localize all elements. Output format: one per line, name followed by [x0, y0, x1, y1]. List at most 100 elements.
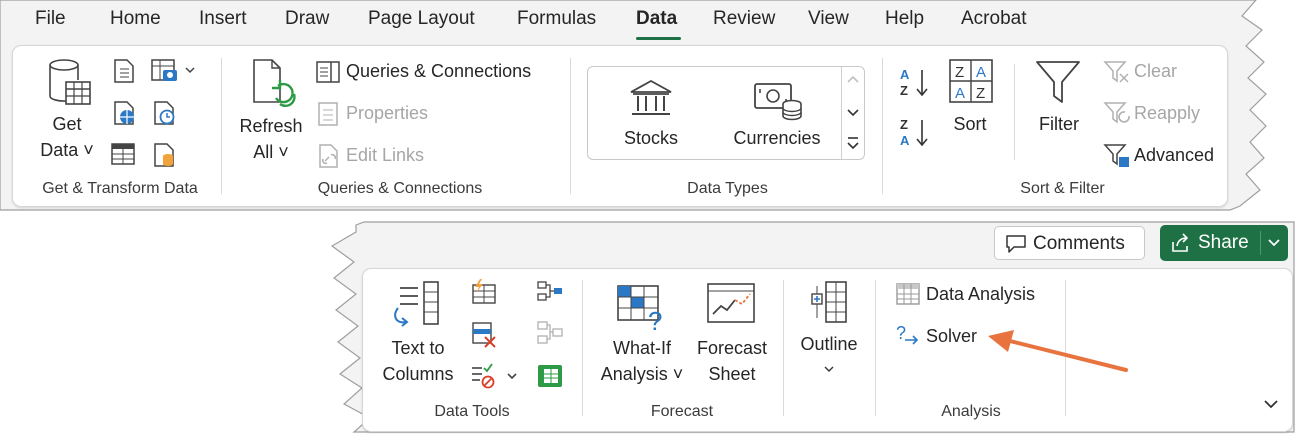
clear-button[interactable]: Clear [1134, 61, 1177, 82]
data-validation-icon[interactable] [470, 362, 518, 390]
tab-insert[interactable]: Insert [199, 8, 247, 30]
tab-page-layout[interactable]: Page Layout [368, 8, 475, 30]
filter-label: Filter [1039, 114, 1079, 134]
refresh-line1: Refresh [239, 116, 303, 136]
from-picture-icon[interactable] [150, 58, 196, 84]
svg-text:A: A [900, 67, 910, 82]
chevron-down-icon[interactable] [1267, 237, 1281, 249]
outline-button[interactable]: Outline [792, 278, 866, 388]
tab-formulas[interactable]: Formulas [517, 8, 596, 30]
what-if-analysis-button[interactable]: ? What-If Analysis ˅ [596, 278, 688, 388]
what-if-line2: Analysis ˅ [600, 364, 684, 384]
comment-icon [1006, 235, 1026, 253]
group-label-data-types: Data Types [687, 180, 768, 197]
sort-button[interactable]: Z A A Z Sort [940, 56, 1000, 146]
sort-az-icon[interactable]: AZ [898, 66, 932, 100]
tab-review[interactable]: Review [713, 8, 775, 30]
queries-connections-button[interactable]: Queries & Connections [346, 61, 531, 82]
outline-icon [811, 281, 847, 323]
forecast-sheet-button[interactable]: Forecast Sheet [692, 278, 772, 388]
share-split-divider [1260, 231, 1261, 255]
group-separator [582, 280, 583, 416]
data-analysis-button[interactable]: Data Analysis [926, 284, 1035, 305]
relationships-icon[interactable] [536, 320, 564, 346]
group-label-forecast: Forecast [650, 403, 714, 420]
get-data-button[interactable]: Get Data ˅ [30, 54, 104, 174]
solver-button[interactable]: Solver [926, 326, 977, 347]
queries-connections-icon [316, 61, 340, 83]
remove-duplicates-icon[interactable] [470, 320, 498, 348]
recent-sources-icon[interactable] [152, 100, 178, 126]
tab-file[interactable]: File [35, 8, 66, 30]
share-label: Share [1198, 232, 1249, 253]
reapply-button[interactable]: Reapply [1134, 103, 1200, 124]
text-columns-icon [394, 281, 439, 327]
text-to-columns-line2: Columns [382, 364, 454, 384]
svg-text:?: ? [648, 306, 662, 334]
data-analysis-icon [896, 283, 920, 305]
sort-grid-icon: Z A A Z [949, 59, 993, 103]
group-label-sort-filter: Sort & Filter [1020, 180, 1105, 197]
refresh-line2: All ˅ [253, 142, 289, 162]
currencies-label: Currencies [733, 128, 821, 148]
group-label-queries: Queries & Connections [317, 180, 483, 197]
tab-help[interactable]: Help [885, 8, 924, 30]
sort-filter-separator [1014, 64, 1015, 160]
text-to-columns-line1: Text to [391, 338, 445, 358]
properties-icon [318, 102, 338, 126]
group-separator [570, 58, 571, 194]
tab-view[interactable]: View [808, 8, 849, 30]
from-web-icon[interactable] [112, 100, 138, 126]
tab-draw[interactable]: Draw [285, 8, 329, 30]
comments-button[interactable]: Comments [994, 226, 1145, 260]
group-label-data-tools: Data Tools [434, 403, 510, 420]
gallery-scroll-up-icon[interactable] [845, 72, 861, 88]
tab-acrobat[interactable]: Acrobat [961, 8, 1026, 30]
share-button[interactable]: Share [1160, 225, 1288, 261]
tab-data[interactable]: Data [636, 8, 677, 30]
consolidate-icon[interactable] [536, 280, 564, 304]
advanced-filter-icon [1103, 144, 1129, 167]
forecast-sheet-line2: Sheet [708, 364, 756, 384]
refresh-all-button[interactable]: Refresh All ˅ [234, 54, 308, 174]
group-label-analysis: Analysis [941, 403, 1001, 420]
collapse-ribbon-icon[interactable] [1262, 397, 1280, 411]
share-icon [1172, 233, 1189, 252]
currencies-button[interactable]: Currencies [722, 74, 832, 154]
text-to-columns-button[interactable]: Text to Columns [376, 278, 460, 388]
reapply-icon [1103, 102, 1130, 124]
advanced-button[interactable]: Advanced [1134, 145, 1214, 166]
from-table-icon[interactable] [110, 142, 136, 166]
clear-filter-icon [1103, 61, 1129, 83]
group-separator [783, 280, 784, 416]
currency-icon [754, 83, 802, 121]
manage-data-model-icon[interactable] [536, 362, 564, 390]
get-data-line2: Data ˅ [40, 140, 94, 160]
funnel-icon [1036, 61, 1080, 103]
forecast-chart-icon [707, 283, 755, 323]
flash-fill-icon[interactable] [470, 278, 498, 306]
existing-connections-icon[interactable] [152, 142, 178, 168]
stocks-label: Stocks [623, 128, 679, 148]
from-text-icon[interactable] [112, 58, 136, 84]
svg-text:Z: Z [955, 64, 964, 81]
gallery-more-icon[interactable] [845, 134, 861, 152]
group-separator [882, 58, 883, 194]
stocks-button[interactable]: Stocks [600, 74, 702, 154]
sort-label: Sort [953, 114, 987, 134]
active-tab-indicator [636, 37, 681, 40]
annotation-arrow [988, 330, 1128, 372]
what-if-grid-icon: ? [617, 285, 662, 334]
group-separator [875, 280, 876, 416]
sort-za-icon[interactable]: ZA [898, 116, 932, 150]
forecast-sheet-line1: Forecast [696, 338, 768, 358]
properties-button[interactable]: Properties [346, 103, 428, 124]
edit-links-button[interactable]: Edit Links [346, 145, 424, 166]
group-label-get-transform: Get & Transform Data [42, 180, 198, 197]
svg-text:A: A [900, 133, 910, 148]
filter-button[interactable]: Filter [1026, 56, 1092, 146]
gallery-scroll-down-icon[interactable] [845, 104, 861, 120]
svg-text:Z: Z [900, 83, 908, 98]
tab-home[interactable]: Home [110, 8, 161, 30]
database-grid-icon [49, 59, 91, 105]
